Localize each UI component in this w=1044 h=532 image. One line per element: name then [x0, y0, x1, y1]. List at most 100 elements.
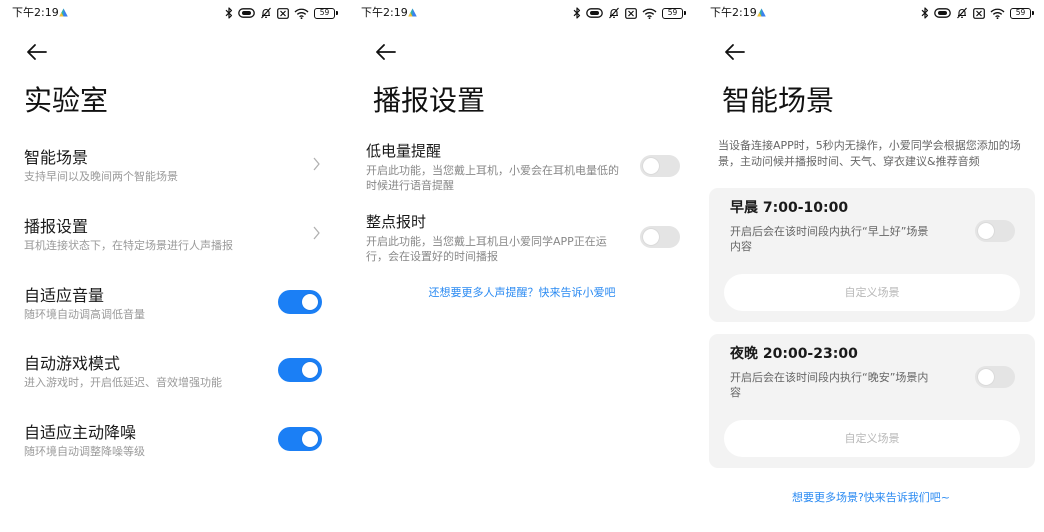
chevron-right-icon [313, 226, 320, 240]
battery-icon: 59 [314, 7, 338, 19]
toggle-knob [302, 362, 318, 378]
item-title: 低电量提醒 [366, 142, 442, 160]
back-button[interactable] [26, 43, 48, 61]
item-description: 开启此功能，当您戴上耳机，小爱会在耳机电量低的 时候进行语音提醒 [366, 163, 619, 193]
scenes-feedback-link[interactable]: 想要更多场景?快来告诉我们吧~ [697, 491, 1044, 505]
description-line: 时候进行语音提醒 [366, 179, 454, 192]
item-subtitle: 耳机连接状态下，在特定场景进行人声播报 [24, 239, 233, 252]
item-subtitle: 随环境自动调高调低音量 [24, 308, 145, 321]
status-icons: 59 [921, 6, 1034, 20]
notification-app-icon [757, 8, 766, 17]
bell-off-icon [957, 7, 967, 19]
description-line: 开启此功能，当您戴上耳机且小爱同学APP正在运 [366, 235, 607, 248]
night-scene-toggle[interactable] [975, 366, 1015, 388]
arrow-left-icon [725, 44, 745, 60]
scenes-intro: 当设备连接APP时，5秒内无操作，小爱同学会根据您添加的场 景，主动问候并播报时… [718, 138, 1021, 170]
intro-line: 景，主动问候并播报时间、天气、穿衣建议&推荐音频 [718, 155, 980, 168]
item-title: 整点报时 [366, 213, 427, 231]
toggle-knob [978, 223, 994, 239]
bluetooth-icon [225, 7, 233, 19]
low-battery-reminder-row: 低电量提醒 开启此功能，当您戴上耳机，小爱会在耳机电量低的 时候进行语音提醒 [348, 142, 696, 194]
game-mode-toggle[interactable] [278, 358, 322, 382]
broadcast-settings-screen: 下午2:19 59 播报设置 低电量提醒 开启此功能，当您戴上耳机，小爱会在耳机… [348, 0, 696, 532]
headset-icon [934, 8, 951, 18]
item-subtitle: 随环境自动调整降噪等级 [24, 445, 145, 458]
page-title: 智能场景 [722, 84, 835, 117]
wifi-icon [990, 8, 1005, 19]
toggle-knob [302, 294, 318, 310]
lab-item-adaptive-volume[interactable]: 自适应音量 随环境自动调高调低音量 [0, 286, 348, 336]
status-time: 下午2:19 [361, 6, 408, 19]
battery-level: 59 [667, 7, 678, 17]
back-button[interactable] [724, 43, 746, 61]
battery-icon: 59 [662, 7, 686, 19]
toggle-knob [978, 369, 994, 385]
scene-card-night: 夜晚 20:00-23:00 开启后会在该时间段内执行“晚安”场景内 容 自定义… [709, 334, 1035, 468]
notification-app-icon [408, 8, 417, 17]
chevron-right-icon [313, 157, 320, 171]
toggle-knob [643, 229, 659, 245]
toggle-knob [643, 158, 659, 174]
toggle-knob [302, 431, 318, 447]
low-battery-reminder-toggle[interactable] [640, 155, 680, 177]
lab-item-broadcast-settings[interactable]: 播报设置 耳机连接状态下，在特定场景进行人声播报 [0, 217, 348, 267]
morning-scene-toggle[interactable] [975, 220, 1015, 242]
item-title: 自适应主动降噪 [24, 423, 137, 442]
scene-description: 开启后会在该时间段内执行“早上好”场景 内容 [730, 224, 928, 254]
lab-item-adaptive-anc[interactable]: 自适应主动降噪 随环境自动调整降噪等级 [0, 423, 348, 473]
adaptive-volume-toggle[interactable] [278, 290, 322, 314]
wifi-icon [642, 8, 657, 19]
lab-item-smart-scenes[interactable]: 智能场景 支持早间以及晚间两个智能场景 [0, 148, 348, 198]
back-button[interactable] [375, 43, 397, 61]
headset-icon [238, 8, 255, 18]
item-description: 开启此功能，当您戴上耳机且小爱同学APP正在运 行，会在设置好的时间播报 [366, 234, 607, 264]
description-line: 开启后会在该时间段内执行“早上好”场景 [730, 225, 929, 238]
status-bar: 下午2:19 59 [696, 0, 1044, 26]
no-sim-icon [625, 7, 637, 19]
hourly-chime-row: 整点报时 开启此功能，当您戴上耳机且小爱同学APP正在运 行，会在设置好的时间播… [348, 213, 696, 265]
lab-screen: 下午2:19 59 实验室 智能场景 支持早间以及晚间两个智能场景 播报设置 耳… [0, 0, 348, 532]
smart-scenes-screen: 下午2:19 59 智能场景 当设备连接APP时，5秒内无操作，小爱同学会根据您… [696, 0, 1044, 532]
battery-icon: 59 [1010, 7, 1034, 19]
adaptive-anc-toggle[interactable] [278, 427, 322, 451]
item-subtitle: 支持早间以及晚间两个智能场景 [24, 170, 178, 183]
description-line: 开启此功能，当您戴上耳机，小爱会在耳机电量低的 [366, 164, 619, 177]
item-title: 播报设置 [24, 217, 89, 236]
status-icons: 59 [225, 6, 338, 20]
intro-line: 当设备连接APP时，5秒内无操作，小爱同学会根据您添加的场 [718, 139, 1021, 152]
description-line: 容 [730, 386, 741, 399]
battery-level: 59 [1015, 7, 1026, 17]
scene-title: 早晨 7:00-10:00 [730, 200, 849, 216]
headset-icon [586, 8, 603, 18]
status-time: 下午2:19 [710, 6, 757, 19]
hourly-chime-toggle[interactable] [640, 226, 680, 248]
description-line: 开启后会在该时间段内执行“晚安”场景内 [730, 371, 929, 384]
scene-title: 夜晚 20:00-23:00 [730, 346, 858, 362]
bluetooth-icon [921, 7, 929, 19]
description-line: 内容 [730, 240, 752, 253]
arrow-left-icon [376, 44, 396, 60]
lab-item-game-mode[interactable]: 自动游戏模式 进入游戏时，开启低延迟、音效增强功能 [0, 354, 348, 404]
battery-level: 59 [319, 7, 330, 17]
item-title: 智能场景 [24, 148, 89, 167]
description-line: 行，会在设置好的时间播报 [366, 250, 498, 263]
no-sim-icon [277, 7, 289, 19]
status-time: 下午2:19 [12, 6, 59, 19]
arrow-left-icon [27, 44, 47, 60]
status-icons: 59 [573, 6, 686, 20]
customize-scene-button[interactable]: 自定义场景 [724, 420, 1020, 457]
page-title: 实验室 [24, 84, 109, 117]
wifi-icon [294, 8, 309, 19]
notification-app-icon [59, 8, 68, 17]
status-bar: 下午2:19 59 [0, 0, 348, 26]
bluetooth-icon [573, 7, 581, 19]
scene-card-morning: 早晨 7:00-10:00 开启后会在该时间段内执行“早上好”场景 内容 自定义… [709, 188, 1035, 322]
voice-reminder-feedback-link[interactable]: 还想要更多人声提醒？快来告诉小爱吧 [348, 286, 696, 300]
bell-off-icon [609, 7, 619, 19]
bell-off-icon [261, 7, 271, 19]
item-title: 自适应音量 [24, 286, 105, 305]
customize-scene-button[interactable]: 自定义场景 [724, 274, 1020, 311]
status-bar: 下午2:19 59 [348, 0, 696, 26]
item-subtitle: 进入游戏时，开启低延迟、音效增强功能 [24, 376, 222, 389]
scene-description: 开启后会在该时间段内执行“晚安”场景内 容 [730, 370, 928, 400]
